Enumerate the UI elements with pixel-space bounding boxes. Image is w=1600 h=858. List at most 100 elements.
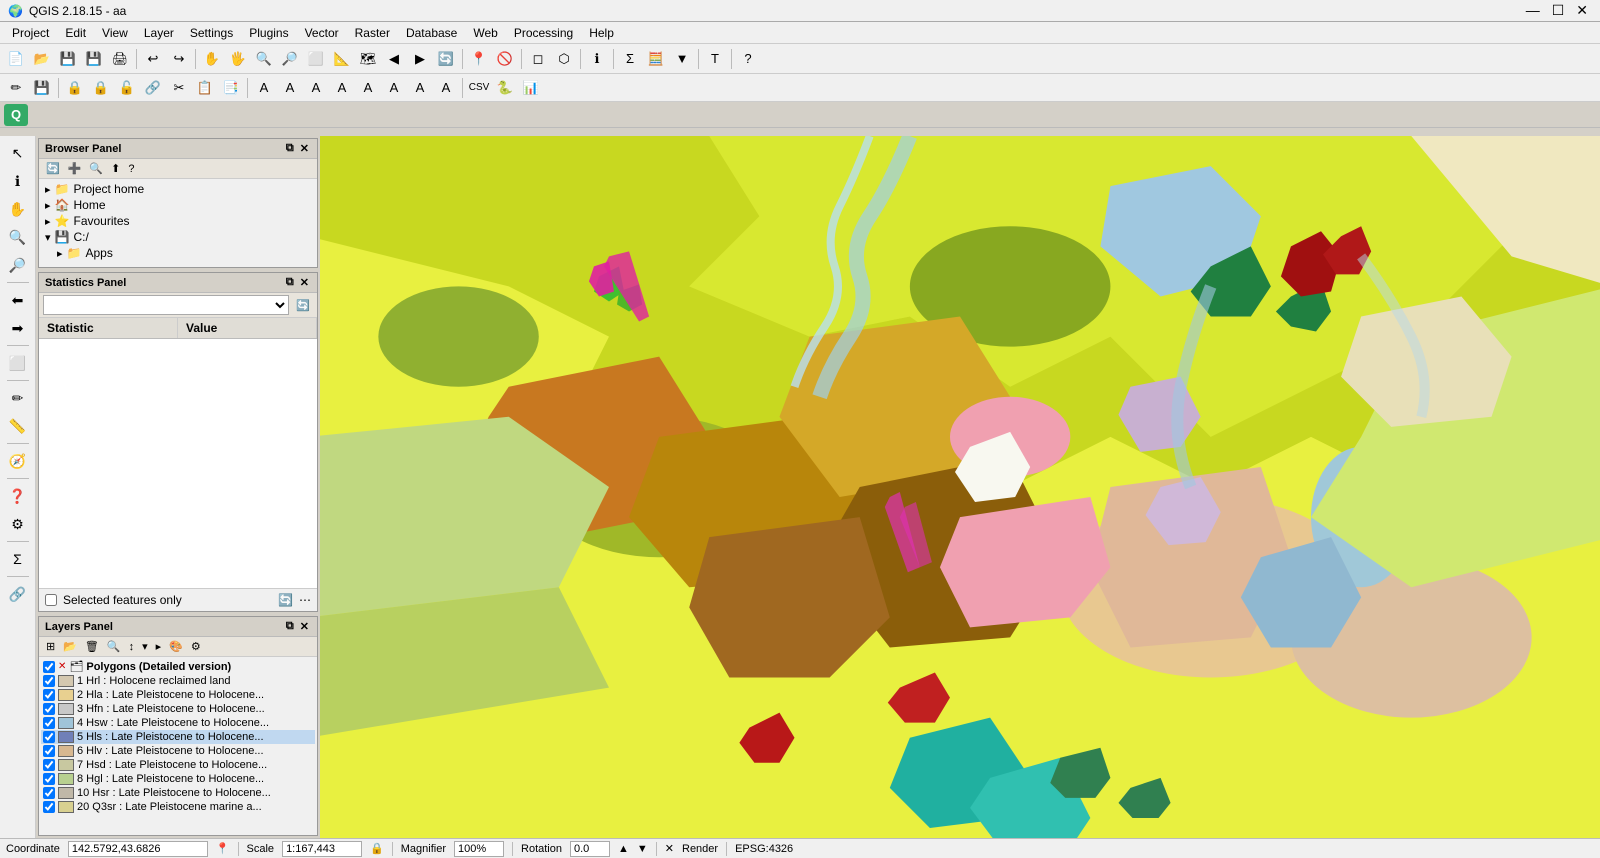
rotation-input[interactable] (570, 841, 610, 857)
edit-btn[interactable]: ✏ (4, 76, 28, 100)
clear-rotation-btn[interactable]: ✕ (665, 842, 674, 855)
rotation-up-btn[interactable]: ▲ (618, 843, 629, 855)
zoom-selection-btn[interactable]: 📐 (330, 47, 354, 71)
tree-item-home[interactable]: ▸ 🏠 Home (41, 197, 315, 213)
layers-remove-btn[interactable]: 🗑 (82, 639, 102, 654)
print-btn[interactable]: 🖨 (108, 47, 132, 71)
layers-theme-btn[interactable]: 🎨 (166, 639, 186, 654)
copy-btn[interactable]: 📋 (193, 76, 217, 100)
selected-features-refresh-btn[interactable]: 🔄 (278, 593, 293, 607)
tool-back[interactable]: ⬅ (4, 287, 32, 313)
zoom-last-btn[interactable]: ◀ (382, 47, 406, 71)
browser-collapse-btn[interactable]: ⬆ (108, 161, 123, 176)
menu-project[interactable]: Project (4, 24, 57, 42)
stats-layer-dropdown[interactable] (43, 295, 289, 315)
menu-processing[interactable]: Processing (506, 24, 581, 42)
tree-item-c[interactable]: ▾ 💾 C:/ (41, 229, 315, 245)
layer-group-visibility[interactable] (43, 661, 55, 673)
layer-hsw-visibility[interactable] (43, 717, 55, 729)
tool-identify[interactable]: ℹ (4, 168, 32, 194)
layers-sort-btn[interactable]: ↕ (126, 640, 138, 654)
label3-btn[interactable]: A (304, 76, 328, 100)
tool-link[interactable]: 🔗 (4, 581, 32, 607)
redo-btn[interactable]: ↪ (167, 47, 191, 71)
layer-hrl[interactable]: 1 Hrl : Holocene reclaimed land (41, 674, 315, 688)
layers-float-btn[interactable]: ⧉ (284, 619, 296, 634)
lock-icon[interactable]: 🔒 (370, 842, 384, 855)
layer-hfn-visibility[interactable] (43, 703, 55, 715)
new-project-btn[interactable]: 📄 (4, 47, 28, 71)
layers-expand-btn[interactable]: ▾ (139, 639, 151, 654)
minimize-button[interactable]: — (1522, 2, 1544, 19)
layer-hls[interactable]: 5 Hls : Late Pleistocene to Holocene... (41, 730, 315, 744)
tool-edit[interactable]: ✏ (4, 385, 32, 411)
menu-raster[interactable]: Raster (347, 24, 398, 42)
link-btn[interactable]: 🔗 (141, 76, 165, 100)
layers-collapse-btn[interactable]: ▸ (153, 639, 165, 654)
tool-chart[interactable]: Σ (4, 546, 32, 572)
layer-hsw[interactable]: 4 Hsw : Late Pleistocene to Holocene... (41, 716, 315, 730)
layer-hlv[interactable]: 6 Hlv : Late Pleistocene to Holocene... (41, 744, 315, 758)
csv-btn[interactable]: CSV (467, 76, 491, 100)
map-area[interactable] (320, 136, 1600, 838)
lock-btn[interactable]: 🔒 (63, 76, 87, 100)
tool-gps[interactable]: 🧭 (4, 448, 32, 474)
tool-forward[interactable]: ➡ (4, 315, 32, 341)
tool-pan[interactable]: ✋ (4, 196, 32, 222)
label7-btn[interactable]: A (408, 76, 432, 100)
browser-refresh-btn[interactable]: 🔄 (43, 161, 63, 176)
browser-float-btn[interactable]: ⧉ (284, 141, 296, 156)
select-polygon-btn[interactable]: ⬡ (552, 47, 576, 71)
zoom-layer-btn[interactable]: 🗺 (356, 47, 380, 71)
zoom-out-btn[interactable]: 🔎 (278, 47, 302, 71)
layer-remove-icon[interactable]: ✕ (58, 661, 66, 672)
layer-hsd-visibility[interactable] (43, 759, 55, 771)
menu-settings[interactable]: Settings (182, 24, 241, 42)
calc-btn[interactable]: 🧮 (644, 47, 668, 71)
layer-hsd[interactable]: 7 Hsd : Late Pleistocene to Holocene... (41, 758, 315, 772)
scale-input[interactable] (282, 841, 362, 857)
menu-plugins[interactable]: Plugins (241, 24, 296, 42)
menu-web[interactable]: Web (465, 24, 505, 42)
refresh-btn[interactable]: 🔄 (434, 47, 458, 71)
deselect-btn[interactable]: 🚫 (493, 47, 517, 71)
label6-btn[interactable]: A (382, 76, 406, 100)
layer-hgl-visibility[interactable] (43, 773, 55, 785)
pan-to-selection-btn[interactable]: 🖐 (226, 47, 250, 71)
layer-hgl[interactable]: 8 Hgl : Late Pleistocene to Holocene... (41, 772, 315, 786)
python-btn[interactable]: 🐍 (493, 76, 517, 100)
stats-refresh-btn[interactable]: 🔄 (293, 298, 313, 313)
layer-hrl-visibility[interactable] (43, 675, 55, 687)
tool-pointer[interactable]: ↖ (4, 140, 32, 166)
zoom-next-btn[interactable]: ▶ (408, 47, 432, 71)
layer-hsr-visibility[interactable] (43, 787, 55, 799)
tool-info[interactable]: ❓ (4, 483, 32, 509)
label5-btn[interactable]: A (356, 76, 380, 100)
browser-add-btn[interactable]: ➕ (65, 161, 85, 176)
tool-settings[interactable]: ⚙ (4, 511, 32, 537)
label-btn[interactable]: T (703, 47, 727, 71)
rotation-down-btn[interactable]: ▼ (637, 843, 648, 855)
layer-hla-visibility[interactable] (43, 689, 55, 701)
zoom-full-btn[interactable]: ⬜ (304, 47, 328, 71)
lock2-btn[interactable]: 🔒 (89, 76, 113, 100)
open-project-btn[interactable]: 📂 (30, 47, 54, 71)
menu-view[interactable]: View (94, 24, 136, 42)
tree-item-project-home[interactable]: ▸ 📁 Project home (41, 181, 315, 197)
tree-item-favourites[interactable]: ▸ ⭐ Favourites (41, 213, 315, 229)
browser-close-btn[interactable]: ✕ (298, 141, 311, 156)
stats-close-btn[interactable]: ✕ (298, 275, 311, 290)
selected-features-checkbox[interactable] (45, 594, 57, 606)
label4-btn[interactable]: A (330, 76, 354, 100)
close-button[interactable]: ✕ (1572, 2, 1592, 19)
menu-edit[interactable]: Edit (57, 24, 94, 42)
save-as-btn[interactable]: 💾 (82, 47, 106, 71)
label8-btn[interactable]: A (434, 76, 458, 100)
layer-hsr[interactable]: 10 Hsr : Late Pleistocene to Holocene... (41, 786, 315, 800)
paste-btn[interactable]: 📑 (219, 76, 243, 100)
label2-btn[interactable]: A (278, 76, 302, 100)
tool-zoom-out[interactable]: 🔎 (4, 252, 32, 278)
select-features-btn[interactable]: ◻ (526, 47, 550, 71)
layers-filter-btn[interactable]: 🔍 (104, 639, 124, 654)
menu-vector[interactable]: Vector (297, 24, 347, 42)
